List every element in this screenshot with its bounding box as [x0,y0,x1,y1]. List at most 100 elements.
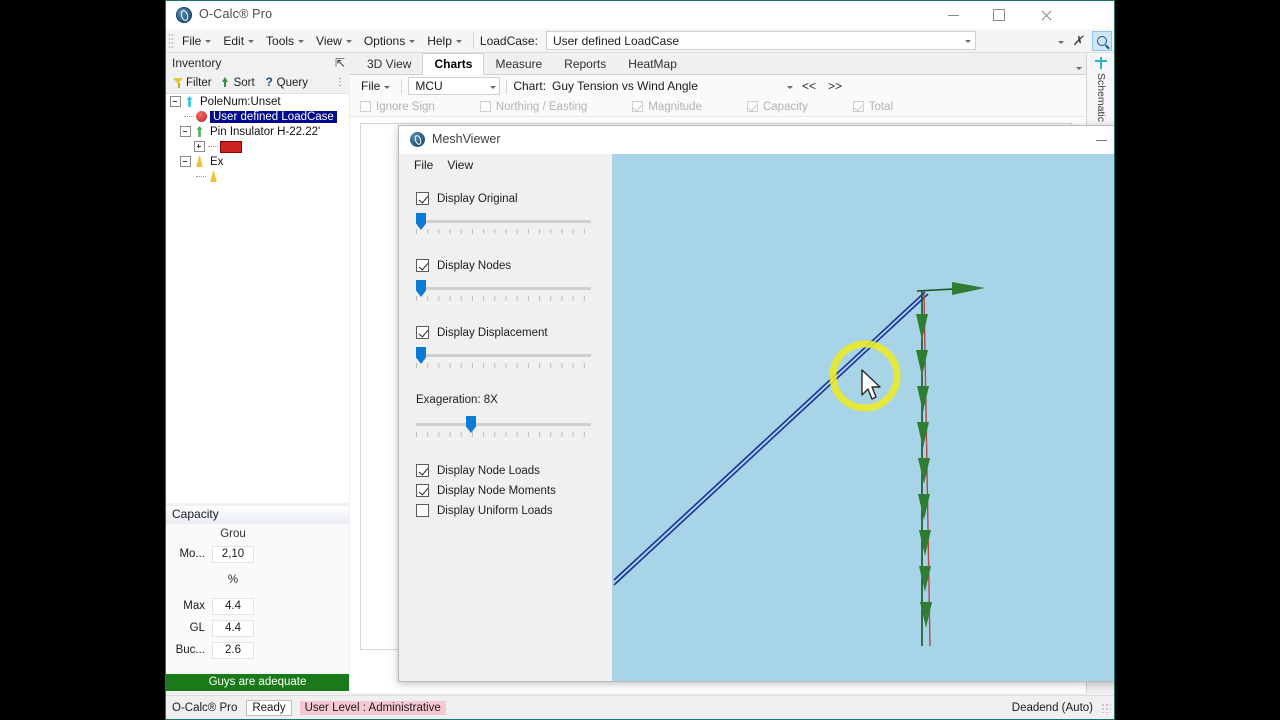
status-user-level: User Level : Administrative [299,700,446,715]
tree-item-loadcase[interactable]: User defined LoadCase [166,109,349,124]
exageration-slider[interactable] [416,415,591,441]
option-total[interactable]: Total [852,101,893,113]
filter-label: Filter [186,76,212,89]
chevron-down-icon [298,40,305,43]
capacity-row-label: Buc... [175,644,205,656]
meshviewer-menu-file[interactable]: File [414,158,433,172]
tab-label: Charts [434,57,473,71]
control-label: Display Nodes [437,259,512,272]
chevron-down-icon [248,40,255,43]
option-northing-easting[interactable]: Northing / Easting [479,101,587,113]
tab-3d-view[interactable]: 3D View [356,54,423,74]
capacity-unit-label: % [227,574,239,586]
display-node-loads-checkbox[interactable]: Display Node Loads [399,464,612,477]
chart-file-menu[interactable]: File [354,76,395,96]
option-magnitude[interactable]: Magnitude [632,101,702,113]
menubar-right-group: ✗ [1058,31,1112,51]
tab-reports[interactable]: Reports [553,54,618,74]
filter-button[interactable]: Filter [170,77,215,89]
units-select[interactable]: MCU [408,77,501,95]
nodes-slider[interactable] [416,279,591,305]
capacity-row-value[interactable]: 2.6 [212,641,254,659]
close-button[interactable] [1022,1,1068,29]
control-label: Display Original [437,192,518,205]
clear-search-button[interactable]: ✗ [1070,33,1086,49]
query-button[interactable]: ? Query [261,75,311,89]
capacity-row-value[interactable]: 2,10 [212,545,254,563]
menu-edit-label: Edit [223,33,245,48]
guy-icon [210,171,217,182]
tree-item-conductor[interactable] [166,139,349,154]
tree-item-label: Ex [210,155,224,168]
option-capacity[interactable]: Capacity [746,100,808,113]
menu-tools-label: Tools [266,33,295,48]
original-slider[interactable] [416,212,591,238]
loadcase-select[interactable]: User defined LoadCase [545,31,976,50]
prev-chart-button[interactable]: << [796,79,822,93]
minimize-button[interactable] [930,1,976,29]
displacement-slider[interactable] [416,346,591,372]
option-ignore-sign[interactable]: Ignore Sign [360,101,435,113]
meshviewer-title: MeshViewer [432,132,501,146]
next-chart-button[interactable]: >> [822,79,848,93]
pin-icon[interactable]: ⇱ [335,56,345,70]
menu-view[interactable]: View [309,31,357,51]
chevron-down-icon[interactable] [1058,40,1064,44]
tab-charts[interactable]: Charts [422,53,485,75]
capacity-row-value[interactable]: 4.4 [212,597,254,615]
menu-options[interactable]: Options [357,31,420,51]
expander-icon[interactable] [170,96,181,107]
tree-item-guy[interactable]: Ex [166,154,349,169]
slider-thumb[interactable] [416,280,426,297]
slider-track [416,287,591,290]
capacity-row-value[interactable]: 4.4 [212,619,254,637]
inventory-tree[interactable]: PoleNum:Unset User defined LoadCase Pin … [166,94,349,503]
slider-track [416,354,591,357]
tree-item-polenum[interactable]: PoleNum:Unset [166,94,349,109]
tab-measure[interactable]: Measure [484,54,554,74]
meshviewer-menu-view[interactable]: View [447,158,473,172]
slider-thumb[interactable] [416,347,426,364]
loadcase-label: LoadCase: [479,33,538,48]
menu-grip [168,32,175,49]
display-displacement-checkbox[interactable]: Display Displacement [399,326,612,339]
meshviewer-viewport[interactable] [612,154,1114,681]
resize-grip-icon[interactable] [1101,702,1111,713]
question-mark-icon: ? [265,75,273,89]
sort-button[interactable]: Sort [218,77,258,89]
option-label: Capacity [762,100,808,113]
tree-item-child[interactable] [166,169,349,184]
menu-edit[interactable]: Edit [216,31,259,51]
slider-ticks [416,363,591,368]
toolbar-overflow-icon[interactable]: ⋮ [335,77,345,88]
capacity-row-label: Mo... [179,548,205,560]
slider-thumb[interactable] [416,213,426,230]
tab-overflow-icon[interactable] [1076,67,1082,70]
chart-select[interactable]: Guy Tension vs Wind Angle [546,77,796,95]
display-uniform-loads-checkbox[interactable]: Display Uniform Loads [399,504,612,517]
meshviewer-minimize-button[interactable] [1079,126,1114,154]
inventory-panel: Inventory ⇱ Filter Sort ? Query ⋮ PoleNu… [166,53,349,503]
menu-tools[interactable]: Tools [259,31,309,51]
maximize-button[interactable] [976,1,1022,29]
chevron-down-icon [205,40,212,43]
search-icon[interactable] [1092,31,1112,51]
expander-icon[interactable] [194,141,205,152]
tree-item-insulator[interactable]: Pin Insulator H-22.22' [166,124,349,139]
expander-icon[interactable] [180,156,191,167]
chevron-down-icon [384,85,391,89]
slider-ticks [416,296,591,301]
display-nodes-checkbox[interactable]: Display Nodes [399,259,612,272]
slider-thumb[interactable] [466,416,476,433]
menu-help[interactable]: Help [420,31,467,51]
sidebar-item-schematic[interactable]: Schematic [1087,53,1114,127]
pole-icon [186,96,193,107]
checkbox-icon [416,504,429,517]
tab-heatmap[interactable]: HeatMap [617,54,688,74]
status-ready: Ready [246,699,292,716]
expander-icon[interactable] [180,126,191,137]
display-node-moments-checkbox[interactable]: Display Node Moments [399,484,612,497]
display-original-checkbox[interactable]: Display Original [399,192,612,205]
menu-file[interactable]: File [175,31,216,51]
capacity-panel: Capacity Grou Mo... 2,10 % Max 4.4 GL 4.… [166,506,349,692]
